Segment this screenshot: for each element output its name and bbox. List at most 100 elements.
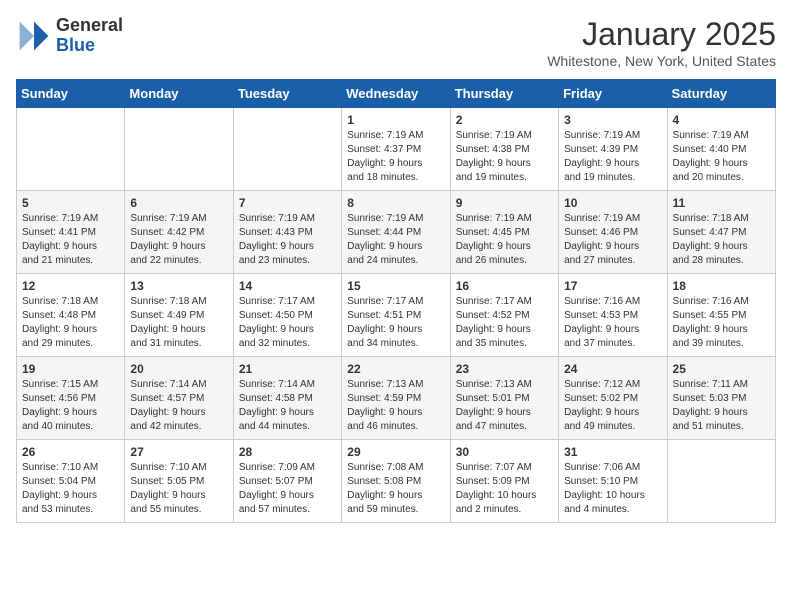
calendar-cell: 22 Sunrise: 7:13 AM Sunset: 4:59 PM Dayli…: [342, 357, 450, 440]
day-header-saturday: Saturday: [667, 80, 775, 108]
month-title: January 2025: [547, 16, 776, 53]
calendar-cell: 23 Sunrise: 7:13 AM Sunset: 5:01 PM Dayli…: [450, 357, 558, 440]
calendar-cell: 27 Sunrise: 7:10 AM Sunset: 5:05 PM Dayli…: [125, 440, 233, 523]
day-number: 10: [564, 196, 661, 210]
day-info: Sunrise: 7:13 AM Sunset: 5:01 PM Dayligh…: [456, 378, 553, 434]
day-info: Sunrise: 7:06 AM Sunset: 5:10 PM Dayligh…: [564, 461, 661, 517]
day-number: 22: [347, 362, 444, 376]
day-number: 20: [130, 362, 227, 376]
calendar-week-2: 5 Sunrise: 7:19 AM Sunset: 4:41 PM Daylig…: [17, 191, 776, 274]
day-header-friday: Friday: [559, 80, 667, 108]
calendar-cell: 24Sunrise: 7:12 AM Sunset: 5:02 PM Dayli…: [559, 357, 667, 440]
calendar-cell: 25 Sunrise: 7:11 AM Sunset: 5:03 PM Dayli…: [667, 357, 775, 440]
calendar-cell: 12 Sunrise: 7:18 AM Sunset: 4:48 PM Dayli…: [17, 274, 125, 357]
calendar-cell: 20 Sunrise: 7:14 AM Sunset: 4:57 PM Dayli…: [125, 357, 233, 440]
calendar-cell: 10 Sunrise: 7:19 AM Sunset: 4:46 PM Dayli…: [559, 191, 667, 274]
calendar-cell: 28Sunrise: 7:09 AM Sunset: 5:07 PM Dayli…: [233, 440, 341, 523]
day-info: Sunrise: 7:19 AM Sunset: 4:46 PM Dayligh…: [564, 212, 661, 268]
day-number: 14: [239, 279, 336, 293]
logo-text: General Blue: [56, 16, 123, 56]
day-info: Sunrise: 7:18 AM Sunset: 4:48 PM Dayligh…: [22, 295, 119, 351]
calendar-cell: 7Sunrise: 7:19 AM Sunset: 4:43 PM Daylig…: [233, 191, 341, 274]
day-info: Sunrise: 7:19 AM Sunset: 4:43 PM Dayligh…: [239, 212, 336, 268]
day-number: 27: [130, 445, 227, 459]
day-number: 16: [456, 279, 553, 293]
calendar-cell: 26Sunrise: 7:10 AM Sunset: 5:04 PM Dayli…: [17, 440, 125, 523]
calendar-week-5: 26Sunrise: 7:10 AM Sunset: 5:04 PM Dayli…: [17, 440, 776, 523]
day-info: Sunrise: 7:17 AM Sunset: 4:51 PM Dayligh…: [347, 295, 444, 351]
day-number: 5: [22, 196, 119, 210]
day-info: Sunrise: 7:09 AM Sunset: 5:07 PM Dayligh…: [239, 461, 336, 517]
day-header-thursday: Thursday: [450, 80, 558, 108]
day-number: 13: [130, 279, 227, 293]
calendar-cell: 16 Sunrise: 7:17 AM Sunset: 4:52 PM Dayli…: [450, 274, 558, 357]
day-number: 25: [673, 362, 770, 376]
calendar-cell: 6 Sunrise: 7:19 AM Sunset: 4:42 PM Daylig…: [125, 191, 233, 274]
day-info: Sunrise: 7:15 AM Sunset: 4:56 PM Dayligh…: [22, 378, 119, 434]
calendar-cell: 14 Sunrise: 7:17 AM Sunset: 4:50 PM Dayli…: [233, 274, 341, 357]
day-number: 31: [564, 445, 661, 459]
day-info: Sunrise: 7:11 AM Sunset: 5:03 PM Dayligh…: [673, 378, 770, 434]
day-info: Sunrise: 7:14 AM Sunset: 4:57 PM Dayligh…: [130, 378, 227, 434]
calendar-cell: 17 Sunrise: 7:16 AM Sunset: 4:53 PM Dayli…: [559, 274, 667, 357]
day-info: Sunrise: 7:07 AM Sunset: 5:09 PM Dayligh…: [456, 461, 553, 517]
calendar-cell: [233, 108, 341, 191]
day-number: 2: [456, 113, 553, 127]
day-info: Sunrise: 7:13 AM Sunset: 4:59 PM Dayligh…: [347, 378, 444, 434]
day-number: 8: [347, 196, 444, 210]
day-info: Sunrise: 7:19 AM Sunset: 4:38 PM Dayligh…: [456, 129, 553, 185]
calendar-cell: 8 Sunrise: 7:19 AM Sunset: 4:44 PM Daylig…: [342, 191, 450, 274]
calendar-header-row: SundayMondayTuesdayWednesdayThursdayFrid…: [17, 80, 776, 108]
day-header-wednesday: Wednesday: [342, 80, 450, 108]
calendar-cell: 15 Sunrise: 7:17 AM Sunset: 4:51 PM Dayli…: [342, 274, 450, 357]
calendar-cell: 18Sunrise: 7:16 AM Sunset: 4:55 PM Dayli…: [667, 274, 775, 357]
day-number: 21: [239, 362, 336, 376]
calendar-cell: 1Sunrise: 7:19 AM Sunset: 4:37 PM Daylig…: [342, 108, 450, 191]
title-block: January 2025 Whitestone, New York, Unite…: [547, 16, 776, 69]
day-info: Sunrise: 7:19 AM Sunset: 4:44 PM Dayligh…: [347, 212, 444, 268]
day-number: 4: [673, 113, 770, 127]
day-info: Sunrise: 7:16 AM Sunset: 4:53 PM Dayligh…: [564, 295, 661, 351]
day-info: Sunrise: 7:10 AM Sunset: 5:04 PM Dayligh…: [22, 461, 119, 517]
calendar-cell: [667, 440, 775, 523]
calendar-week-3: 12 Sunrise: 7:18 AM Sunset: 4:48 PM Dayli…: [17, 274, 776, 357]
day-info: Sunrise: 7:18 AM Sunset: 4:47 PM Dayligh…: [673, 212, 770, 268]
day-number: 24: [564, 362, 661, 376]
day-number: 6: [130, 196, 227, 210]
calendar-week-1: 1Sunrise: 7:19 AM Sunset: 4:37 PM Daylig…: [17, 108, 776, 191]
day-info: Sunrise: 7:19 AM Sunset: 4:39 PM Dayligh…: [564, 129, 661, 185]
day-number: 29: [347, 445, 444, 459]
day-info: Sunrise: 7:16 AM Sunset: 4:55 PM Dayligh…: [673, 295, 770, 351]
calendar-week-4: 19 Sunrise: 7:15 AM Sunset: 4:56 PM Dayli…: [17, 357, 776, 440]
calendar-cell: 2 Sunrise: 7:19 AM Sunset: 4:38 PM Daylig…: [450, 108, 558, 191]
day-info: Sunrise: 7:18 AM Sunset: 4:49 PM Dayligh…: [130, 295, 227, 351]
calendar-table: SundayMondayTuesdayWednesdayThursdayFrid…: [16, 79, 776, 523]
logo: General Blue: [16, 16, 123, 56]
day-info: Sunrise: 7:19 AM Sunset: 4:41 PM Dayligh…: [22, 212, 119, 268]
calendar-cell: 13 Sunrise: 7:18 AM Sunset: 4:49 PM Dayli…: [125, 274, 233, 357]
day-number: 12: [22, 279, 119, 293]
calendar-cell: 3Sunrise: 7:19 AM Sunset: 4:39 PM Daylig…: [559, 108, 667, 191]
day-number: 19: [22, 362, 119, 376]
day-info: Sunrise: 7:17 AM Sunset: 4:50 PM Dayligh…: [239, 295, 336, 351]
day-number: 23: [456, 362, 553, 376]
day-info: Sunrise: 7:14 AM Sunset: 4:58 PM Dayligh…: [239, 378, 336, 434]
day-number: 15: [347, 279, 444, 293]
calendar-cell: [17, 108, 125, 191]
logo-icon: [16, 18, 52, 54]
calendar-cell: 4Sunrise: 7:19 AM Sunset: 4:40 PM Daylig…: [667, 108, 775, 191]
calendar-cell: 31 Sunrise: 7:06 AM Sunset: 5:10 PM Dayli…: [559, 440, 667, 523]
day-info: Sunrise: 7:17 AM Sunset: 4:52 PM Dayligh…: [456, 295, 553, 351]
day-info: Sunrise: 7:10 AM Sunset: 5:05 PM Dayligh…: [130, 461, 227, 517]
location-subtitle: Whitestone, New York, United States: [547, 53, 776, 69]
calendar-cell: 21 Sunrise: 7:14 AM Sunset: 4:58 PM Dayli…: [233, 357, 341, 440]
day-number: 1: [347, 113, 444, 127]
calendar-cell: 9Sunrise: 7:19 AM Sunset: 4:45 PM Daylig…: [450, 191, 558, 274]
day-header-tuesday: Tuesday: [233, 80, 341, 108]
calendar-cell: [125, 108, 233, 191]
calendar-cell: 11Sunrise: 7:18 AM Sunset: 4:47 PM Dayli…: [667, 191, 775, 274]
day-info: Sunrise: 7:19 AM Sunset: 4:42 PM Dayligh…: [130, 212, 227, 268]
day-info: Sunrise: 7:08 AM Sunset: 5:08 PM Dayligh…: [347, 461, 444, 517]
day-number: 17: [564, 279, 661, 293]
calendar-cell: 30Sunrise: 7:07 AM Sunset: 5:09 PM Dayli…: [450, 440, 558, 523]
